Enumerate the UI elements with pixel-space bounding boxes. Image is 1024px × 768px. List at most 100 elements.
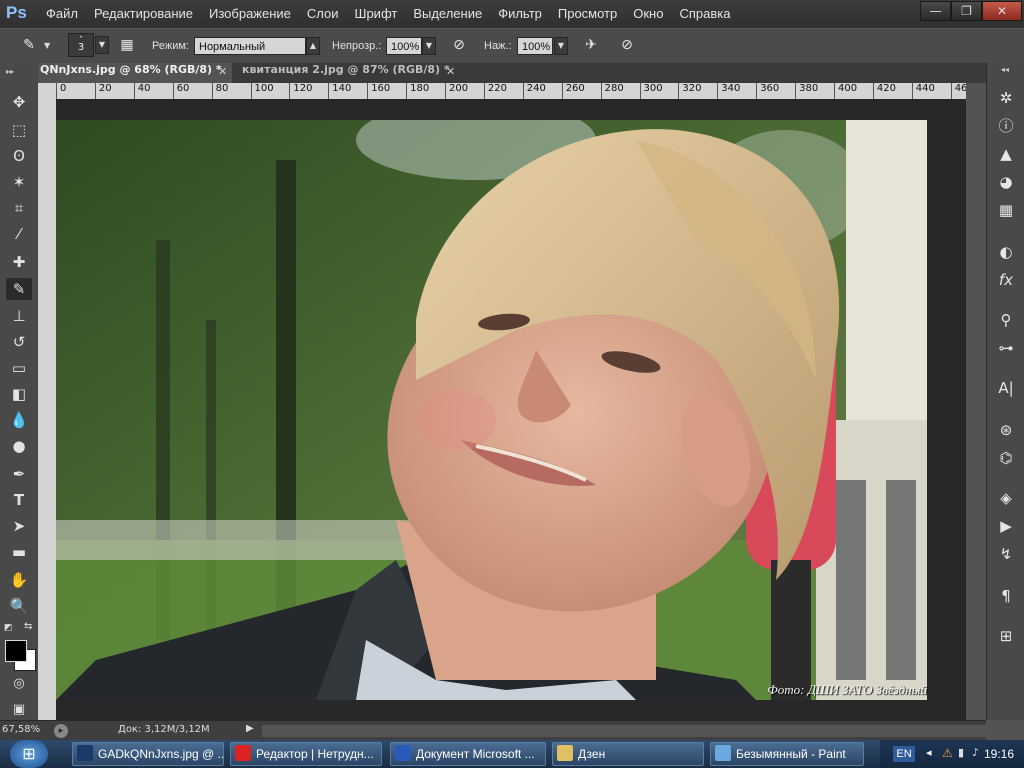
hand-tool-icon[interactable]: ✋ [6, 569, 32, 591]
channels-panel-icon[interactable]: ⊛ [993, 419, 1019, 441]
tablet-opacity-icon[interactable]: ⊘ [448, 34, 470, 56]
menu-filter[interactable]: Фильтр [490, 0, 550, 28]
ruler-tick-label: 140 [332, 83, 352, 94]
type-tool-icon[interactable]: T [6, 489, 32, 511]
menu-image[interactable]: Изображение [201, 0, 299, 28]
taskbar-item-word[interactable]: Документ Microsoft ... [390, 742, 546, 766]
brush-tool-icon[interactable]: ✎ [6, 278, 32, 300]
history-panel-icon[interactable]: ↯ [993, 543, 1019, 565]
styles-panel-icon[interactable]: fx [993, 269, 1019, 291]
pen-tool-icon[interactable]: ✒ [6, 463, 32, 485]
swap-colors-icon[interactable]: ⇆ [24, 621, 32, 632]
taskbar-item-dzen[interactable]: Дзен [552, 742, 704, 766]
paths-panel-icon[interactable]: ⌬ [993, 447, 1019, 469]
tab-close-icon[interactable]: ✕ [218, 65, 227, 78]
menu-file[interactable]: Файл [38, 0, 86, 28]
mode-dropdown-icon[interactable]: ▲ [306, 37, 320, 55]
paragraph-panel-icon[interactable]: ¶ [993, 585, 1019, 607]
navigator-panel-icon[interactable]: ✲ [993, 87, 1019, 109]
healing-brush-tool-icon[interactable]: ✚ [6, 251, 32, 273]
minimize-button[interactable]: — [920, 1, 951, 21]
brush-panel-icon[interactable]: ⚲ [993, 309, 1019, 331]
status-menu-icon[interactable]: ▸ [54, 724, 68, 738]
marquee-tool-icon[interactable]: ⬚ [6, 119, 32, 141]
pressure-dropdown-icon[interactable]: ▼ [554, 37, 568, 55]
volume-icon[interactable]: ♪ [972, 746, 979, 759]
network-icon[interactable]: ▮ [958, 746, 964, 759]
clock[interactable]: 19:16 [984, 747, 1014, 761]
tab-document-1[interactable]: QNnJxns.jpg @ 68% (RGB/8) * [38, 63, 232, 83]
tray-app-icon[interactable]: ⚠ [942, 746, 953, 760]
tablet-size-icon[interactable]: ⊘ [616, 34, 638, 56]
zoom-level[interactable]: 67,58% [2, 724, 40, 735]
quick-mask-icon[interactable]: ◎ [6, 673, 32, 695]
tab-document-2[interactable]: квитанция 2.jpg @ 87% (RGB/8) * [242, 63, 464, 83]
brush-preset-dropdown-icon[interactable]: ▼ [44, 41, 50, 50]
ruler-tick-mark [289, 83, 291, 99]
shape-tool-icon[interactable]: ▬ [6, 541, 32, 563]
brush-presets-panel-icon[interactable]: ⊶ [993, 337, 1019, 359]
menu-window[interactable]: Окно [625, 0, 671, 28]
menu-layers[interactable]: Слои [299, 0, 347, 28]
layers-panel-icon[interactable]: ◈ [993, 487, 1019, 509]
color-panel-icon[interactable]: ◕ [993, 171, 1019, 193]
horizontal-scrollbar[interactable] [262, 725, 986, 737]
tab-close-icon[interactable]: ✕ [446, 65, 455, 78]
magic-wand-tool-icon[interactable]: ✶ [6, 171, 32, 193]
mode-label: Режим: [152, 40, 189, 52]
ruler-tick-mark [328, 83, 330, 99]
zoom-tool-icon[interactable]: 🔍 [6, 595, 32, 617]
close-button[interactable]: ✕ [982, 1, 1022, 21]
ruler-tick-label: 300 [643, 83, 663, 94]
eraser-tool-icon[interactable]: ▭ [6, 357, 32, 379]
menu-edit[interactable]: Редактирование [86, 0, 201, 28]
eyedropper-tool-icon[interactable]: ⁄ [6, 223, 32, 245]
collapse-tools-icon[interactable]: ▸▸ [6, 67, 14, 76]
taskbar-item-paint[interactable]: Безымянный - Paint [710, 742, 864, 766]
character-panel-icon[interactable]: A| [993, 377, 1019, 399]
ruler-tick-mark [367, 83, 369, 99]
default-colors-icon[interactable]: ◩ [4, 623, 13, 633]
tray-expand-icon[interactable]: ◂ [926, 746, 932, 759]
brush-panel-toggle-icon[interactable]: ▦ [116, 34, 138, 56]
brush-preset-icon[interactable]: ✎ [18, 34, 40, 56]
3d-panel-icon[interactable]: ⊞ [993, 625, 1019, 647]
language-indicator[interactable]: EN [893, 746, 915, 762]
airbrush-icon[interactable]: ✈ [580, 34, 602, 56]
actions-panel-icon[interactable]: ▶ [993, 515, 1019, 537]
menu-help[interactable]: Справка [671, 0, 738, 28]
lasso-tool-icon[interactable]: ʘ [6, 145, 32, 167]
restore-button[interactable]: ❐ [951, 1, 982, 21]
brush-size-dropdown-icon[interactable]: ▼ [95, 36, 109, 54]
blur-tool-icon[interactable]: 💧 [6, 409, 32, 431]
menu-view[interactable]: Просмотр [550, 0, 625, 28]
crop-tool-icon[interactable]: ⌗ [6, 197, 32, 219]
opacity-input[interactable]: 100% [386, 37, 422, 55]
move-tool-icon[interactable]: ✥ [6, 91, 32, 113]
collapse-dock-icon[interactable]: ◂◂ [1001, 65, 1009, 74]
ruler-tick-label: 260 [565, 83, 585, 94]
info-panel-icon[interactable]: ⓘ [993, 115, 1019, 137]
pressure-input[interactable]: 100% [517, 37, 553, 55]
swatches-panel-icon[interactable]: ▦ [993, 199, 1019, 221]
screen-mode-icon[interactable]: ▣ [6, 699, 32, 721]
photo-canvas[interactable] [56, 120, 927, 700]
mode-select[interactable]: Нормальный [194, 37, 306, 55]
path-selection-tool-icon[interactable]: ➤ [6, 515, 32, 537]
menu-type[interactable]: Шрифт [347, 0, 406, 28]
brush-size-picker[interactable]: • 3 [68, 33, 94, 57]
history-brush-tool-icon[interactable]: ↺ [6, 331, 32, 353]
stamp-tool-icon[interactable]: ⊥ [6, 305, 32, 327]
yandex-icon [235, 745, 251, 761]
paint-bucket-tool-icon[interactable]: ◧ [6, 383, 32, 405]
start-button[interactable]: ⊞ [10, 740, 48, 768]
adjustments-panel-icon[interactable]: ◐ [993, 241, 1019, 263]
histogram-panel-icon[interactable]: ▲ [993, 143, 1019, 165]
menu-select[interactable]: Выделение [405, 0, 490, 28]
foreground-color-swatch[interactable] [5, 640, 27, 662]
taskbar-item-photoshop[interactable]: GADkQNnJxns.jpg @ ... [72, 742, 224, 766]
status-arrow-icon[interactable]: ▶ [246, 723, 254, 734]
taskbar-item-yandex[interactable]: Редактор | Нетрудн... [230, 742, 382, 766]
dodge-tool-icon[interactable]: ● [6, 435, 32, 457]
opacity-dropdown-icon[interactable]: ▼ [422, 37, 436, 55]
